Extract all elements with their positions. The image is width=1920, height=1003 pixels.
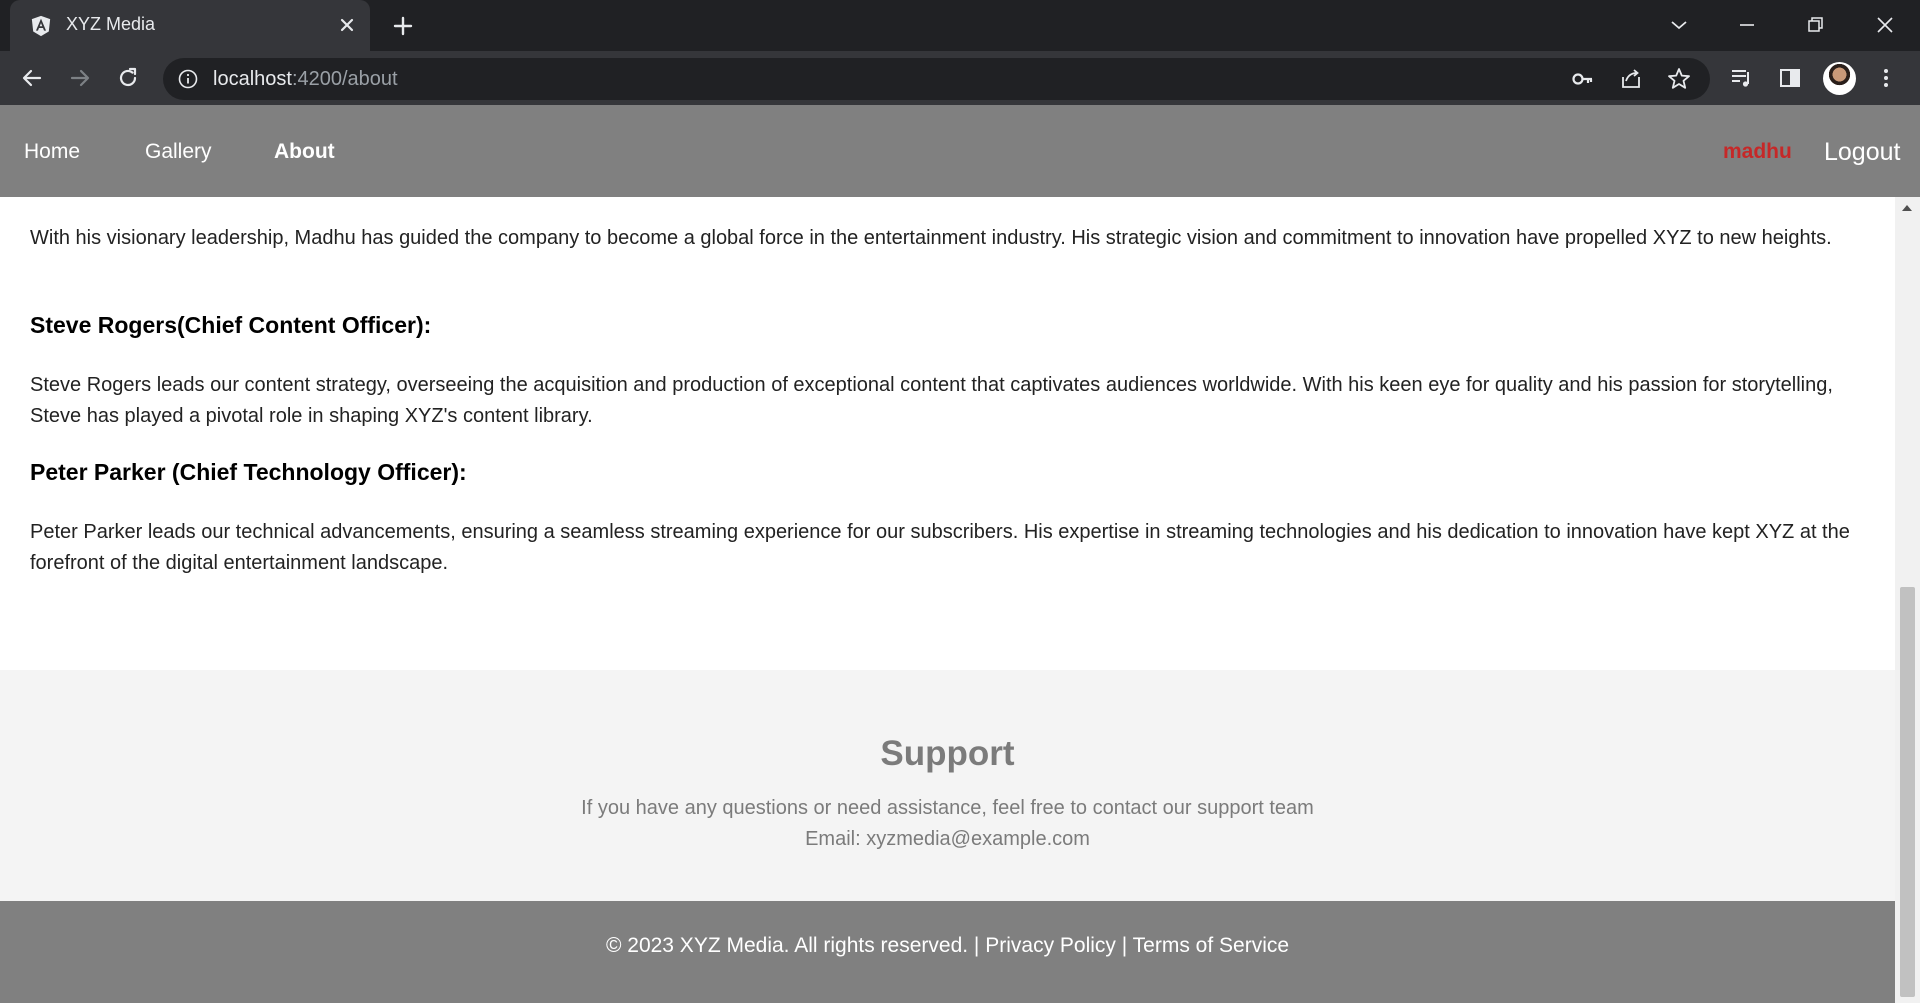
page-scrollbar[interactable] xyxy=(1895,197,1920,1003)
nav-gallery[interactable]: Gallery xyxy=(145,140,212,164)
reload-icon[interactable] xyxy=(114,64,142,92)
minimize-icon[interactable] xyxy=(1732,10,1762,40)
nav-about[interactable]: About xyxy=(274,140,335,164)
intro-paragraph: With his visionary leadership, Madhu has… xyxy=(30,227,1832,249)
window-close-icon[interactable] xyxy=(1870,10,1900,40)
star-icon[interactable] xyxy=(1665,65,1693,93)
more-vert-icon[interactable] xyxy=(1872,64,1900,92)
back-arrow-icon[interactable] xyxy=(18,64,46,92)
key-icon[interactable] xyxy=(1569,65,1597,93)
member-heading: Steve Rogers(Chief Content Officer): xyxy=(30,312,432,338)
share-icon[interactable] xyxy=(1617,65,1645,93)
tab-title: XYZ Media xyxy=(66,14,156,34)
close-icon[interactable] xyxy=(334,12,360,38)
privacy-policy-link[interactable]: Privacy Policy xyxy=(985,934,1116,957)
browser-tab-strip: XYZ Media xyxy=(0,0,1920,51)
username-label: madhu xyxy=(1723,140,1792,163)
info-icon[interactable] xyxy=(177,68,199,90)
browser-toolbar: localhost:4200/about xyxy=(0,51,1920,105)
member-bio: Peter Parker leads our technical advance… xyxy=(30,521,1850,574)
terms-of-service-link[interactable]: Terms of Service xyxy=(1133,934,1289,957)
copyright-text: © 2023 XYZ Media. All rights reserved. | xyxy=(605,934,986,957)
scroll-up-arrow[interactable] xyxy=(1902,205,1912,211)
footer-text: © 2023 XYZ Media. All rights reserved. |… xyxy=(0,934,1895,958)
about-content: With his visionary leadership, Madhu has… xyxy=(0,197,1895,670)
restore-icon[interactable] xyxy=(1800,10,1830,40)
forward-arrow-icon[interactable] xyxy=(66,64,94,92)
member-bio: Steve Rogers leads our content strategy,… xyxy=(30,374,1833,427)
browser-tab[interactable]: XYZ Media xyxy=(10,0,370,51)
support-title: Support xyxy=(880,734,1015,773)
nav-home[interactable]: Home xyxy=(24,140,80,164)
media-playlist-icon[interactable] xyxy=(1728,64,1756,92)
footer-separator: | xyxy=(1115,934,1133,957)
support-text: If you have any questions or need assist… xyxy=(581,797,1314,819)
logout-button[interactable]: Logout xyxy=(1824,138,1900,167)
chevron-down-icon[interactable] xyxy=(1664,10,1694,40)
footer: © 2023 XYZ Media. All rights reserved. |… xyxy=(0,901,1895,1003)
support-email: Email: xyzmedia@example.com xyxy=(805,828,1090,850)
member-heading: Peter Parker (Chief Technology Officer): xyxy=(30,459,467,485)
plus-icon[interactable] xyxy=(390,13,416,39)
url-text: localhost:4200/about xyxy=(213,68,398,90)
profile-avatar[interactable] xyxy=(1823,62,1856,95)
side-panel-icon[interactable] xyxy=(1776,64,1804,92)
scrollbar-thumb[interactable] xyxy=(1900,587,1915,997)
support-section: Support If you have any questions or nee… xyxy=(0,670,1895,901)
address-bar[interactable]: localhost:4200/about xyxy=(163,58,1710,100)
angular-logo-icon xyxy=(31,15,51,37)
app-navbar: Home Gallery About madhu Logout xyxy=(0,105,1920,197)
